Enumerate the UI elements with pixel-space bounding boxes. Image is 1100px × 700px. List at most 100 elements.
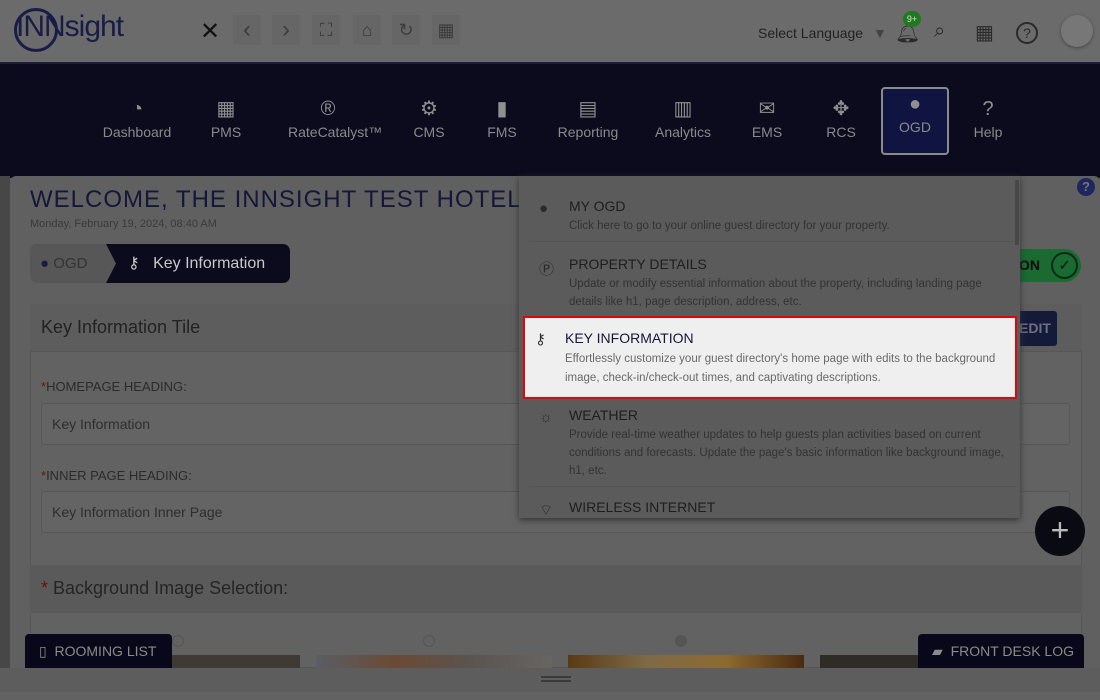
nav-label: Dashboard [102,124,172,140]
nav-label: Help [973,124,1003,140]
help-icon[interactable]: ? [1016,22,1038,44]
avatar[interactable] [1061,15,1093,47]
home-icon[interactable]: ⌂ [353,15,381,45]
page-title: WELCOME, THE INNSIGHT TEST HOTEL [30,186,522,213]
search-icon[interactable]: ⌕ [934,20,945,43]
background-thumbnail[interactable] [820,655,920,668]
menu-item-weather[interactable]: ☼ WEATHER Provide real-time weather update… [529,407,1017,487]
rooming-list-button[interactable]: ▯ ROOMING LIST [25,634,172,669]
image-radio[interactable] [172,635,184,647]
menu-item-key-information[interactable]: ⚷ KEY INFORMATION Effortlessly customize y… [523,316,1017,399]
nav-item-analytics[interactable]: ▥ Analytics [643,96,723,140]
user-icon: ● [539,200,549,217]
nav-label: FMS [487,124,517,140]
nav-icon: ● [908,93,922,115]
sun-icon: ☼ [539,409,553,426]
key-icon: ⚷ [128,255,140,272]
nav-icon: ◔ [130,98,144,120]
back-button[interactable]: ‹ [233,15,261,45]
user-icon: ● [40,255,50,272]
footer-strip [0,692,1100,700]
nav-item-pms[interactable]: ▦ PMS [186,96,266,140]
check-icon: ✓ [1051,252,1078,279]
nav-item-ems[interactable]: ✉ EMS [727,96,807,140]
menu-item-property-details[interactable]: Ⓟ PROPERTY DETAILS Update or modify essent… [529,256,1017,318]
nav-item-cms[interactable]: ⚙ CMS [389,96,469,140]
edit-button[interactable]: EDIT [1015,311,1057,346]
image-radio[interactable] [423,635,435,647]
breadcrumb-ogd[interactable]: ● OGD [30,244,120,283]
nav-label: EMS [751,124,783,140]
nav-label: OGD [899,119,931,135]
button-label: FRONT DESK LOG [950,643,1074,659]
menu-item-title: WIRELESS INTERNET [569,499,716,515]
fullscreen-icon[interactable]: ⛶ [312,15,340,45]
nav-label: CMS [413,124,445,140]
menu-item-title: PROPERTY DETAILS [569,256,707,272]
button-label: ROOMING LIST [54,643,157,659]
dropdown-scrollbar[interactable] [1015,180,1019,245]
front-desk-log-button[interactable]: ▰ FRONT DESK LOG [918,634,1084,669]
refresh-icon[interactable]: ↻ [392,15,420,45]
image-radio[interactable] [675,635,687,647]
chevron-down-icon: ▼ [872,25,887,41]
wifi-icon: ⌔ [539,502,554,518]
nav-icon: ▦ [216,98,236,120]
phone-icon: ▯ [39,643,47,659]
menu-item-my-ogd[interactable]: ● MY OGD Click here to go to your online g… [529,198,1017,242]
nav-icon: ⚙ [420,98,438,120]
status-toggle[interactable]: ON ✓ [1015,249,1081,282]
nav-label: Analytics [654,124,712,140]
menu-item-desc: Update or modify essential information a… [569,278,982,308]
breadcrumb-key-information: ⚷ Key Information [106,244,290,283]
calendar-icon[interactable]: ▦ [975,20,994,45]
nav-icon: ® [320,98,336,120]
background-thumbnail[interactable] [568,655,804,668]
menu-item-title: WEATHER [569,407,638,423]
menu-item-desc: Click here to go to your online guest di… [569,220,890,232]
nav-icon: ▮ [496,98,508,120]
language-select[interactable]: Select Language ▼ [758,25,887,41]
nav-label: Reporting [557,124,619,140]
date-time: Monday, February 19, 2024, 08:40 AM [30,218,217,230]
nav-icon: ? [982,98,994,120]
nav-icon: ▥ [673,98,693,120]
help-icon[interactable]: ? [1077,178,1095,196]
drag-handle[interactable] [541,676,571,682]
nav-item-help[interactable]: ? Help [948,96,1028,140]
background-image-title: * Background Image Selection: [41,578,289,598]
background-thumbnail[interactable] [316,655,552,668]
nav-icon: ✥ [832,98,850,120]
nav-item-ratecatalyst[interactable]: ® RateCatalyst™ [288,96,382,140]
panel-title: Key Information Tile [41,317,201,337]
innsight-logo[interactable]: INNsight [14,8,124,52]
menu-item-wireless-internet[interactable]: ⌔ WIRELESS INTERNET [529,499,1017,518]
forward-button[interactable]: › [272,15,300,45]
nav-label: RCS [826,124,856,140]
nav-item-ogd[interactable]: ● OGD [881,87,949,155]
nav-item-rcs[interactable]: ✥ RCS [801,96,881,140]
nav-icon: ✉ [758,98,776,120]
apps-grid-icon[interactable]: ▦ [432,15,460,45]
menu-item-title: KEY INFORMATION [565,330,694,346]
background-thumbnail[interactable] [172,655,300,668]
nav-item-fms[interactable]: ▮ FMS [462,96,542,140]
close-icon[interactable]: ✕ [200,17,220,46]
nav-item-dashboard[interactable]: ◔ Dashboard [97,96,177,140]
inner-page-heading-label: *INNER PAGE HEADING: [41,468,192,483]
key-icon: ⚷ [535,331,546,348]
notification-badge: 9+ [903,11,921,27]
language-label: Select Language [758,25,864,41]
book-icon: ▰ [932,643,943,659]
nav-label: PMS [210,124,242,140]
homepage-heading-label: *HOMEPAGE HEADING: [41,379,187,394]
nav-icon: ▤ [578,98,598,120]
breadcrumb-label: OGD [53,255,88,272]
breadcrumb-label: Key Information [153,255,266,272]
nav-item-reporting[interactable]: ▤ Reporting [548,96,628,140]
add-button[interactable]: + [1035,506,1085,556]
nav-label: RateCatalyst™ [288,124,383,140]
menu-item-title: MY OGD [569,198,626,214]
menu-item-desc: Effortlessly customize your guest direct… [565,353,996,384]
parking-p-icon: Ⓟ [539,261,555,278]
